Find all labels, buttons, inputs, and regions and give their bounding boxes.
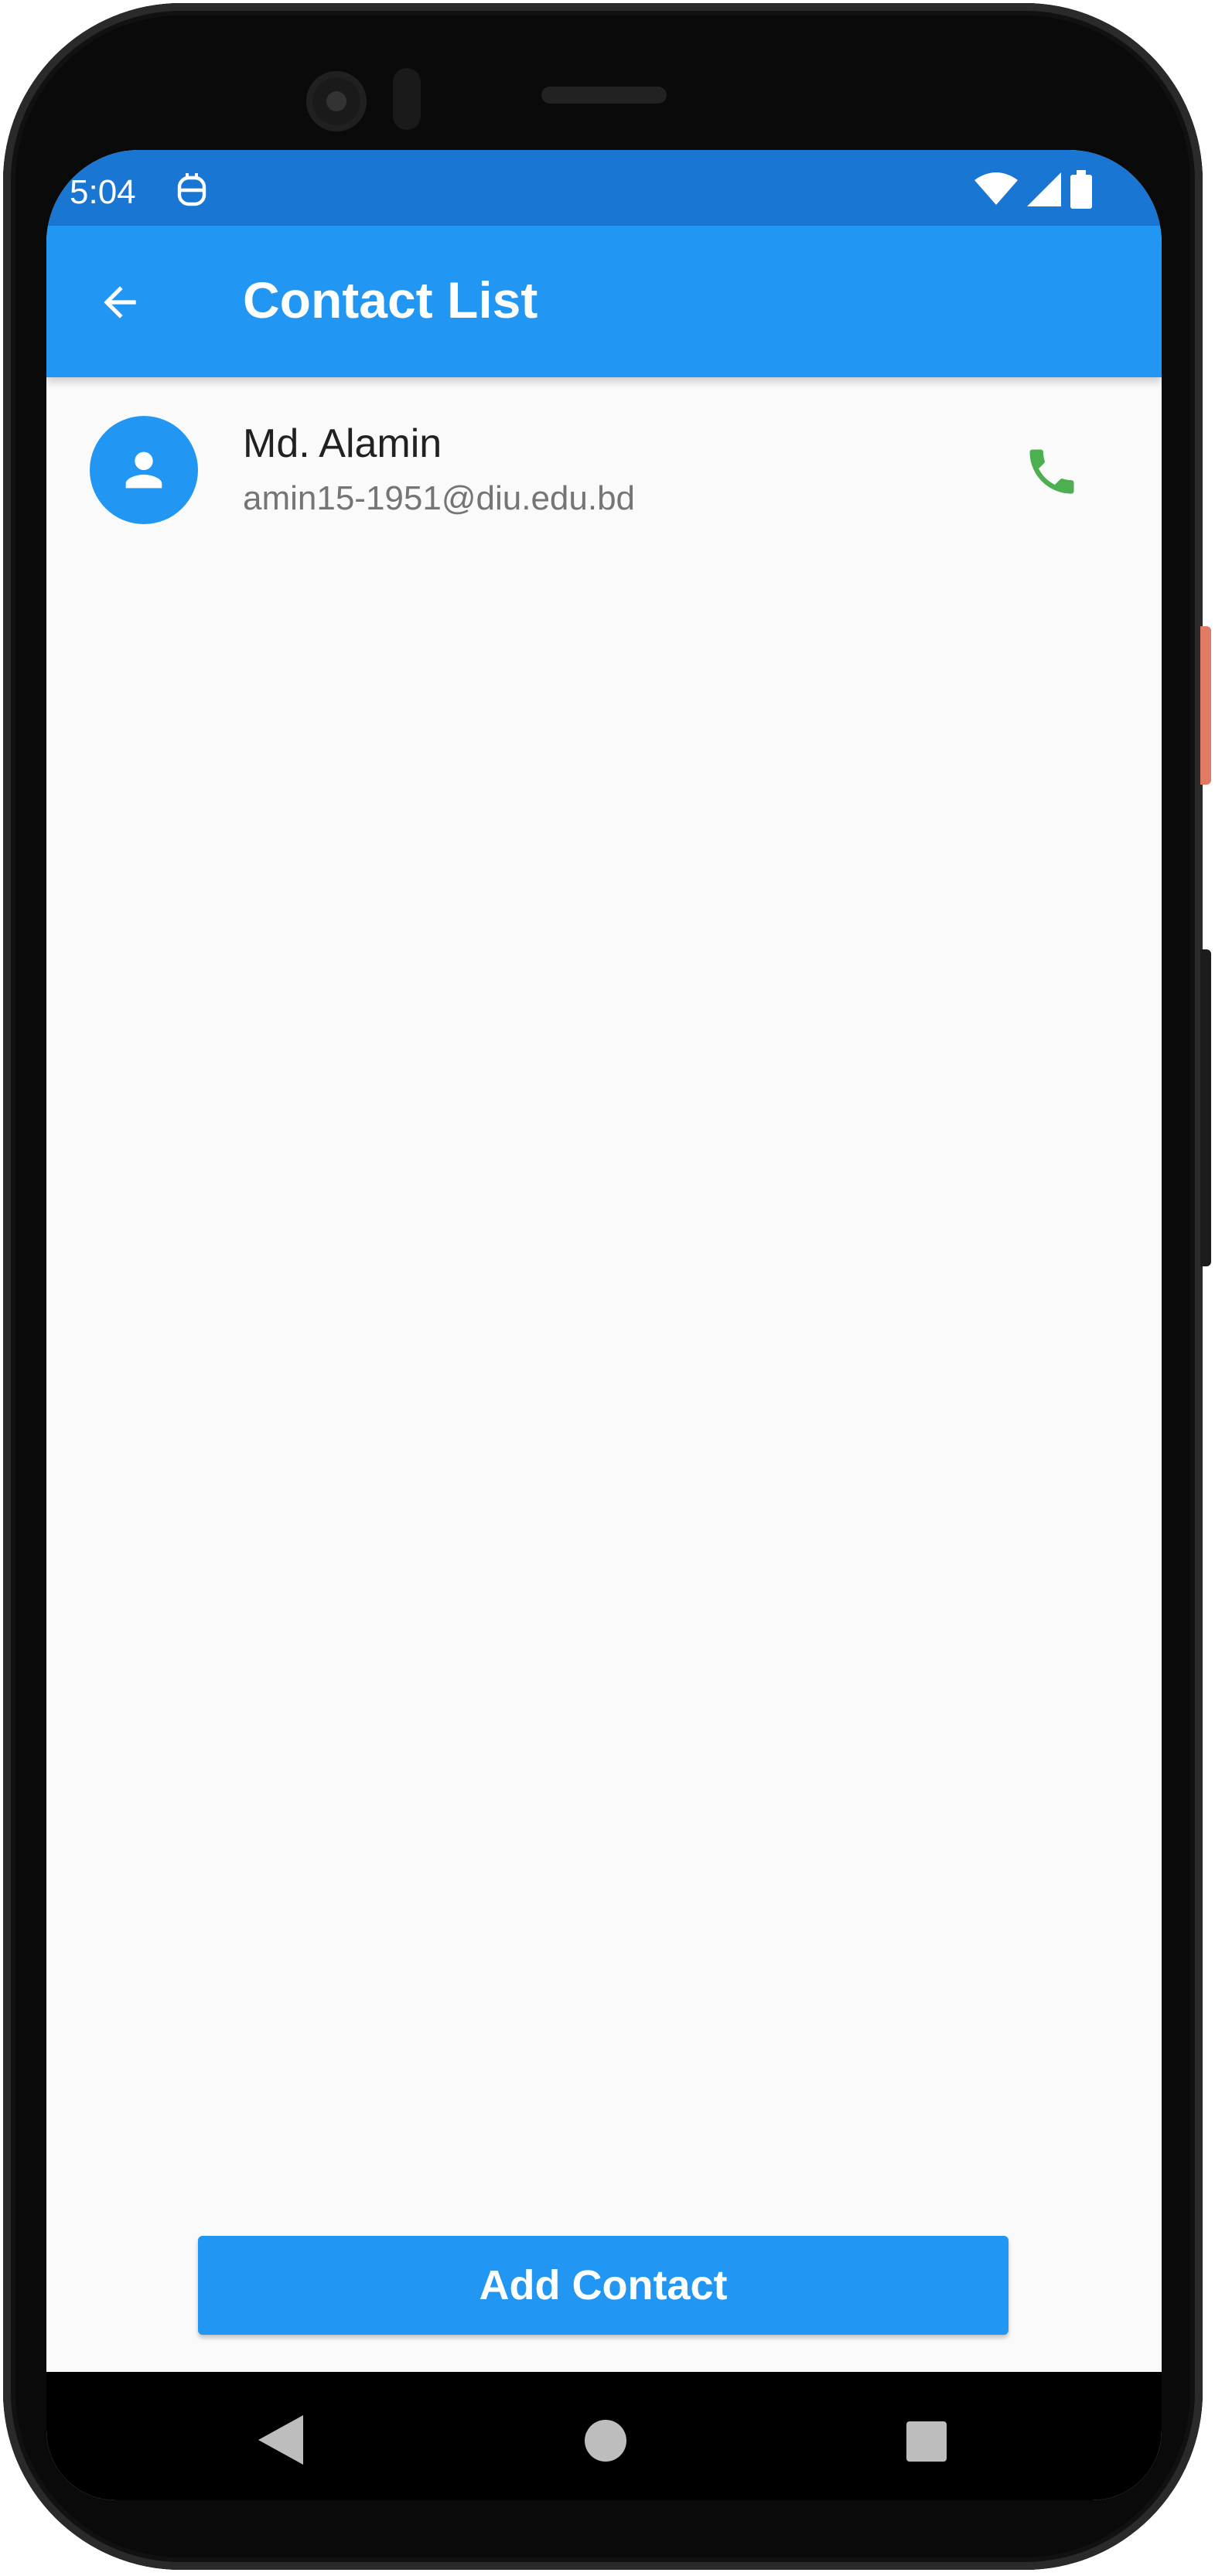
navigation-bar (46, 2372, 1162, 2500)
front-camera (306, 71, 367, 131)
contact-email: amin15-1951@diu.edu.bd (243, 479, 636, 517)
avatar (90, 416, 198, 524)
volume-button (1200, 949, 1211, 1266)
proximity-sensor (393, 68, 421, 130)
wifi-icon (974, 172, 1018, 205)
robot-icon (177, 173, 206, 206)
status-icons (974, 170, 1092, 209)
nav-home-icon[interactable] (585, 2420, 626, 2462)
phone-icon[interactable] (1022, 442, 1081, 501)
battery-icon (1070, 170, 1092, 209)
earpiece-speaker (541, 87, 667, 104)
nav-back-icon[interactable] (258, 2415, 303, 2465)
app-bar: Contact List (46, 226, 1162, 377)
contact-name: Md. Alamin (243, 421, 442, 466)
person-icon (125, 451, 162, 489)
screen: 5:04 Contact List Md. Alamin amin15-1951… (46, 150, 1162, 2500)
status-time: 5:04 (70, 173, 136, 211)
signal-icon (1027, 172, 1061, 206)
nav-recents-icon[interactable] (906, 2421, 947, 2462)
contact-list: Md. Alamin amin15-1951@diu.edu.bd (46, 377, 1162, 541)
add-contact-button[interactable]: Add Contact (198, 2236, 1009, 2335)
arrow-back-icon[interactable] (96, 278, 144, 326)
power-button (1200, 626, 1211, 785)
status-bar: 5:04 (46, 150, 1162, 226)
page-title: Contact List (243, 271, 538, 329)
list-item[interactable]: Md. Alamin amin15-1951@diu.edu.bd (46, 377, 1162, 541)
